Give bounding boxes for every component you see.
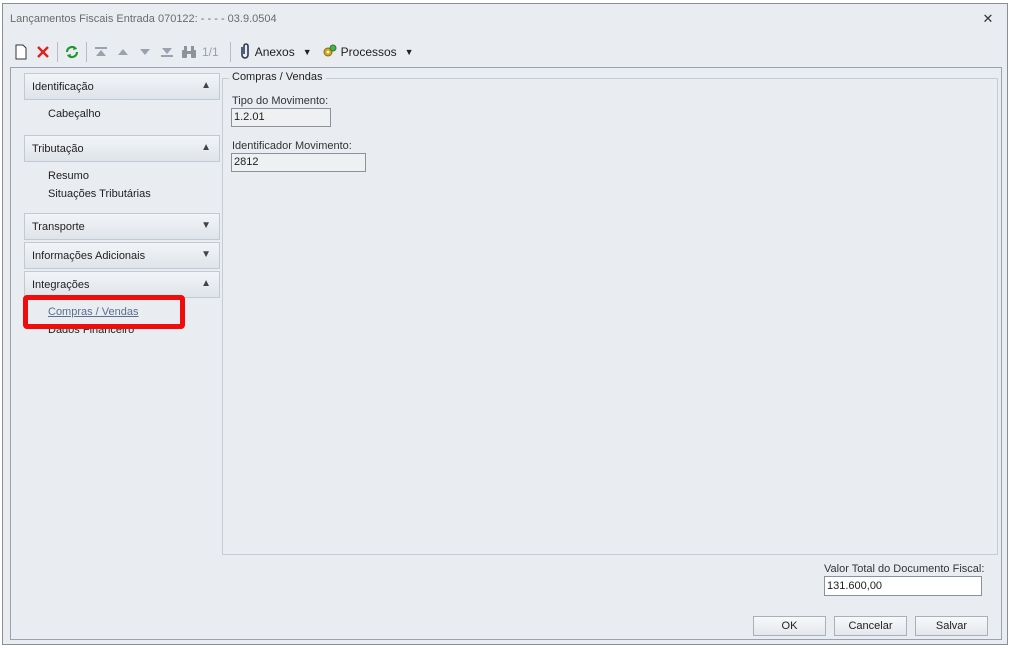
- sidebar-group-transporte[interactable]: Transporte ▼: [24, 213, 220, 240]
- sidebar-group-label: Tributação: [32, 142, 84, 155]
- panel-legend: Compras / Vendas: [229, 71, 326, 83]
- refresh-icon[interactable]: [61, 41, 83, 63]
- tipo-movimento-label: Tipo do Movimento:: [232, 95, 329, 107]
- sidebar-group-label: Transporte: [32, 220, 85, 233]
- sidebar-item-label: Cabeçalho: [48, 108, 101, 120]
- sidebar-item-resumo[interactable]: Resumo: [24, 167, 220, 185]
- window-title: Lançamentos Fiscais Entrada 070122: - - …: [10, 13, 277, 25]
- identificador-movimento-label: Identificador Movimento:: [232, 140, 352, 152]
- toolbar-separator: [57, 42, 58, 62]
- title-bar: Lançamentos Fiscais Entrada 070122: - - …: [3, 4, 1007, 34]
- cancel-button[interactable]: Cancelar: [834, 616, 907, 636]
- valor-total-label: Valor Total do Documento Fiscal:: [824, 563, 985, 575]
- delete-icon[interactable]: [32, 41, 54, 63]
- sidebar-group-label: Integrações: [32, 278, 90, 291]
- sidebar-group-tributacao[interactable]: Tributação ▲: [24, 135, 220, 162]
- toolbar-separator: [86, 42, 87, 62]
- processos-menu[interactable]: Processos ▼: [322, 43, 414, 62]
- record-count: 1/1: [202, 45, 219, 59]
- sidebar-item-label: Situações Tributárias: [48, 188, 151, 200]
- chevron-up-icon: ▲: [201, 278, 211, 289]
- chevron-down-icon: ▼: [201, 249, 211, 260]
- chevron-up-icon: ▲: [201, 80, 211, 91]
- save-button[interactable]: Salvar: [915, 616, 988, 636]
- identificador-movimento-field[interactable]: 2812: [231, 153, 366, 172]
- chevron-down-icon: ▼: [404, 47, 414, 57]
- anexos-label: Anexos: [254, 45, 295, 59]
- valor-total-field[interactable]: 131.600,00: [824, 576, 982, 596]
- ok-button[interactable]: OK: [753, 616, 826, 636]
- content-area: Identificação ▲ Cabeçalho Tributação ▲ R…: [10, 67, 1002, 640]
- dialog-window: Lançamentos Fiscais Entrada 070122: - - …: [2, 3, 1008, 645]
- toolbar-separator: [229, 42, 231, 62]
- gears-icon: [322, 43, 338, 62]
- sidebar-item-situacoes-tributarias[interactable]: Situações Tributárias: [24, 185, 220, 203]
- close-icon[interactable]: ✕: [981, 12, 995, 26]
- next-record-icon[interactable]: [134, 41, 156, 63]
- sidebar-group-integracoes[interactable]: Integrações ▲: [24, 271, 220, 298]
- tipo-movimento-field[interactable]: 1.2.01: [231, 108, 331, 127]
- binoculars-icon[interactable]: [178, 41, 200, 63]
- sidebar-item-label: Resumo: [48, 170, 89, 182]
- first-record-icon[interactable]: [90, 41, 112, 63]
- sidebar-group-informacoes-adicionais[interactable]: Informações Adicionais ▼: [24, 242, 220, 269]
- new-record-icon[interactable]: [10, 41, 32, 63]
- chevron-up-icon: ▲: [201, 142, 211, 153]
- anexos-menu[interactable]: Anexos ▼: [238, 42, 312, 62]
- sidebar-item-cabecalho[interactable]: Cabeçalho: [24, 105, 220, 123]
- last-record-icon[interactable]: [156, 41, 178, 63]
- sidebar-group-label: Informações Adicionais: [32, 249, 146, 262]
- sidebar-group-identificacao[interactable]: Identificação ▲: [24, 73, 220, 100]
- previous-record-icon[interactable]: [112, 41, 134, 63]
- red-highlight-box: [23, 295, 185, 329]
- chevron-down-icon: ▼: [201, 220, 211, 231]
- processos-label: Processos: [340, 45, 397, 59]
- paperclip-icon: [238, 42, 252, 62]
- chevron-down-icon: ▼: [302, 47, 312, 57]
- toolbar: 1/1 Anexos ▼ Processos ▼: [10, 37, 1000, 67]
- sidebar-group-label: Identificação: [32, 80, 94, 93]
